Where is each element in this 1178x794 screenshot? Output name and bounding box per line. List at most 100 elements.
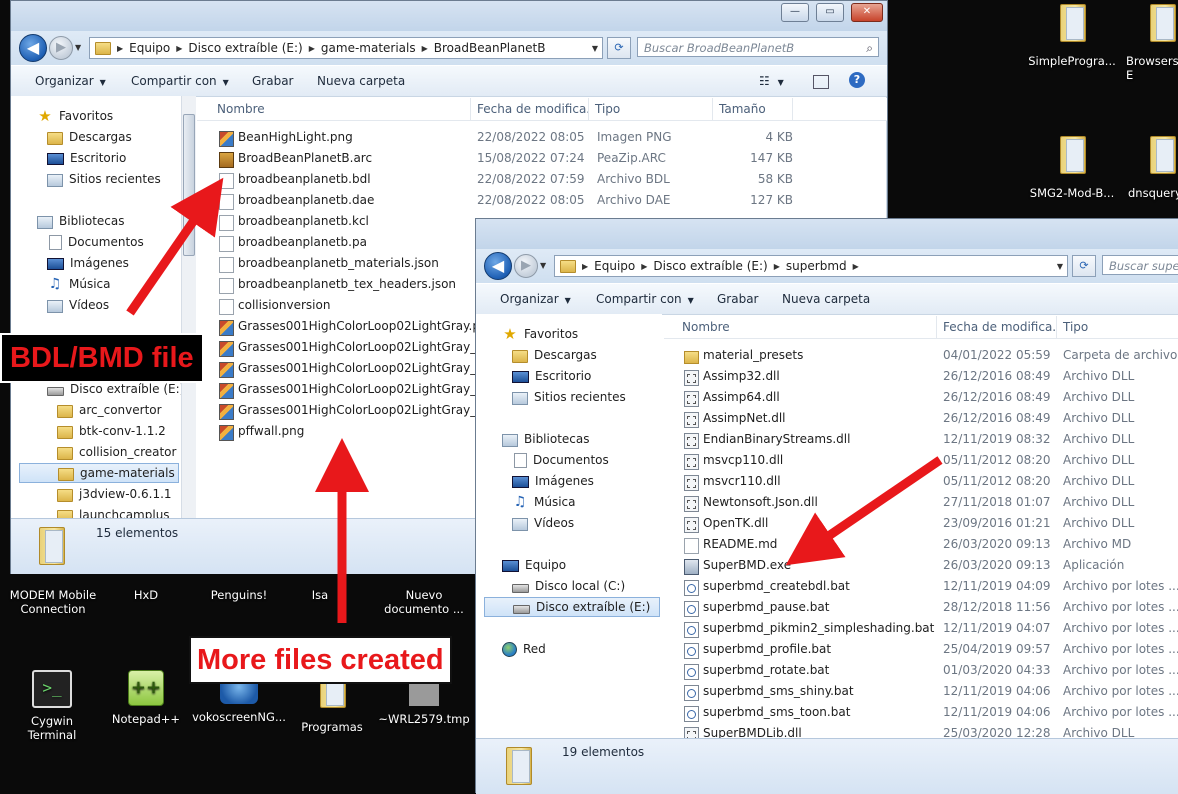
file-row[interactable]: superbmd_createbdl.bat 12/11/2019 04:09 .… [664,576,1178,597]
forward-button[interactable]: ▶ [514,254,538,278]
refresh-button[interactable]: ⟳ [1072,255,1096,277]
desktop-icon-cygwin[interactable]: >_ Cygwin Terminal [4,670,100,742]
forward-button[interactable]: ▶ [49,36,73,60]
preview-pane-icon[interactable] [813,75,829,89]
sidebar-item-videos[interactable]: Vídeos [47,295,109,315]
sidebar-item-launchcamplus[interactable]: launchcamplus [57,505,170,518]
column-header-name[interactable]: Nombre [211,98,471,120]
desktop-icon-penguins[interactable]: Penguins! [191,588,287,602]
column-header-size[interactable]: Tamaño [713,98,793,120]
address-bar[interactable]: ▶ Equipo ▶ Disco extraíble (E:) ▶ superb… [554,255,1068,277]
sidebar-item-bibliotecas[interactable]: Bibliotecas [37,211,124,231]
share-with-button[interactable]: Compartir con ▼ [596,292,694,306]
close-button[interactable]: ✕ [851,3,883,22]
sidebar-item-btk-conv[interactable]: btk-conv-1.1.2 [57,421,166,441]
file-row[interactable]: msvcp110.dll 05/11/2012 08:20 ... Archivo … [664,450,1178,471]
history-dropdown-icon[interactable]: ▼ [540,261,546,270]
desktop-icon-isa[interactable]: Isa [300,588,340,602]
sidebar-item-descargas[interactable]: Descargas [512,345,597,365]
breadcrumb-superbmd[interactable]: superbmd [782,259,851,273]
breadcrumb-broadbeanplanetb[interactable]: BroadBeanPlanetB [430,41,550,55]
view-options-icon[interactable]: ☷ ▼ [759,74,784,88]
file-row[interactable]: superbmd_pikmin2_simpleshading.bat 12/11/… [664,618,1178,639]
desktop-icon-notepadpp[interactable]: ++ Notepad++ [98,670,194,726]
sidebar-item-disco-local-c[interactable]: Disco local (C:) [512,576,625,596]
sidebar-item-imagenes[interactable]: Imágenes [47,253,129,273]
sidebar-item-videos[interactable]: Vídeos [512,513,574,533]
desktop-icon-simpleprogra[interactable]: SimpleProgra... [1024,4,1120,68]
sidebar-item-equipo[interactable]: Equipo [502,555,566,575]
column-header-name[interactable]: Nombre [676,316,937,338]
sidebar-item-disco-extraible-e[interactable]: Disco extraíble (E:) [484,597,660,617]
file-row[interactable]: EndianBinaryStreams.dll 12/11/2019 08:32 … [664,429,1178,450]
sidebar-item-arc-convertor[interactable]: arc_convertor [57,400,162,420]
file-row[interactable]: msvcr110.dll 05/11/2012 08:20 ... Archivo … [664,471,1178,492]
sidebar-item-imagenes[interactable]: Imágenes [512,471,594,491]
sidebar-item-collision-creator[interactable]: collision_creator [57,442,176,462]
sidebar-scrollbar[interactable] [181,96,196,518]
organize-button[interactable]: Organizar ▼ [500,292,571,306]
maximize-button[interactable]: ▭ [816,3,844,22]
file-row[interactable]: superbmd_rotate.bat 01/03/2020 04:33 a...… [664,660,1178,681]
sidebar-item-escritorio[interactable]: Escritorio [47,148,126,168]
organize-button[interactable]: Organizar ▼ [35,74,106,88]
new-folder-button[interactable]: Nueva carpeta [317,74,405,88]
desktop-icon-hxd[interactable]: HxD [98,588,194,602]
file-row[interactable]: BroadBeanPlanetB.arc 15/08/2022 07:24 ...… [197,148,887,169]
scrollbar-thumb[interactable] [183,114,195,256]
file-row[interactable]: SuperBMD.exe 26/03/2020 09:13 a... Aplicac… [664,555,1178,576]
file-row[interactable]: superbmd_sms_shiny.bat 12/11/2019 04:06 .… [664,681,1178,702]
file-row[interactable]: Assimp64.dll 26/12/2016 08:49 a... Archivo… [664,387,1178,408]
sidebar-item-bibliotecas[interactable]: Bibliotecas [502,429,589,449]
refresh-button[interactable]: ⟳ [607,37,631,59]
history-dropdown-icon[interactable]: ▼ [75,43,81,52]
desktop-icon-modem[interactable]: MODEM Mobile Connection [4,588,102,616]
sidebar-item-descargas[interactable]: Descargas [47,127,132,147]
file-row[interactable]: Assimp32.dll 26/12/2016 08:49 a... Archivo… [664,366,1178,387]
help-icon[interactable]: ? [849,72,865,88]
column-header-date[interactable]: Fecha de modifica... [937,316,1057,338]
file-row[interactable]: broadbeanplanetb.dae 22/08/2022 08:05 ...… [197,190,887,211]
sidebar-item-documentos[interactable]: Documentos [512,450,609,470]
breadcrumb-drive-e[interactable]: Disco extraíble (E:) [649,259,771,273]
file-row[interactable]: superbmd_sms_toon.bat 12/11/2019 04:06 ..… [664,702,1178,723]
column-header-date[interactable]: Fecha de modifica... [471,98,589,120]
desktop-icon-browsers[interactable]: Browsers E [1114,4,1178,82]
sidebar-item-j3dview[interactable]: j3dview-0.6.1.1 [57,484,172,504]
column-header-type[interactable]: Tipo [589,98,713,120]
file-row[interactable]: AssimpNet.dll 26/12/2016 08:49 a... Archiv… [664,408,1178,429]
breadcrumb-drive-e[interactable]: Disco extraíble (E:) [184,41,306,55]
file-row[interactable]: superbmd_profile.bat 25/04/2019 09:57 a..… [664,639,1178,660]
breadcrumb-equipo[interactable]: Equipo [125,41,174,55]
breadcrumb-game-materials[interactable]: game-materials [317,41,420,55]
sidebar-item-sitios-recientes[interactable]: Sitios recientes [47,169,161,189]
desktop-icon-nuevo-documento[interactable]: Nuevo documento ... [376,588,472,616]
sidebar-item-game-materials[interactable]: game-materials [19,463,179,483]
sidebar-item-musica[interactable]: ♫ Música [512,492,576,512]
desktop-icon-smg2-mod[interactable]: SMG2-Mod-B... [1024,136,1120,200]
file-row[interactable]: README.md 26/03/2020 09:13 a... Archivo MD [664,534,1178,555]
sidebar-item-red[interactable]: Red [502,639,546,659]
file-row[interactable]: Newtonsoft.Json.dll 27/11/2018 01:07 ... A… [664,492,1178,513]
share-with-button[interactable]: Compartir con ▼ [131,74,229,88]
file-row[interactable]: broadbeanplanetb.bdl 22/08/2022 07:59 ...… [197,169,887,190]
file-row[interactable]: OpenTK.dll 23/09/2016 01:21 ... Archivo DL… [664,513,1178,534]
sidebar-item-documentos[interactable]: Documentos [47,232,144,252]
search-input[interactable]: Buscar super [1102,255,1178,275]
address-bar[interactable]: ▶ Equipo ▶ Disco extraíble (E:) ▶ game-m… [89,37,603,59]
sidebar-item-favorites[interactable]: ★ Favoritos [37,106,113,126]
burn-button[interactable]: Grabar [252,74,294,88]
address-dropdown-icon[interactable]: ▼ [590,44,602,53]
burn-button[interactable]: Grabar [717,292,759,306]
new-folder-button[interactable]: Nueva carpeta [782,292,870,306]
sidebar-item-sitios-recientes[interactable]: Sitios recientes [512,387,626,407]
address-dropdown-icon[interactable]: ▼ [1055,262,1067,271]
search-input[interactable]: Buscar BroadBeanPlanetB ⌕ [637,37,879,57]
minimize-button[interactable]: — [781,3,809,22]
back-button[interactable]: ◀ [19,34,47,62]
back-button[interactable]: ◀ [484,252,512,280]
file-row[interactable]: SuperBMDLib.dll 25/03/2020 12:28 ... Archi… [664,723,1178,738]
column-header-type[interactable]: Tipo [1057,316,1178,338]
sidebar-item-escritorio[interactable]: Escritorio [512,366,591,386]
breadcrumb-equipo[interactable]: Equipo [590,259,639,273]
